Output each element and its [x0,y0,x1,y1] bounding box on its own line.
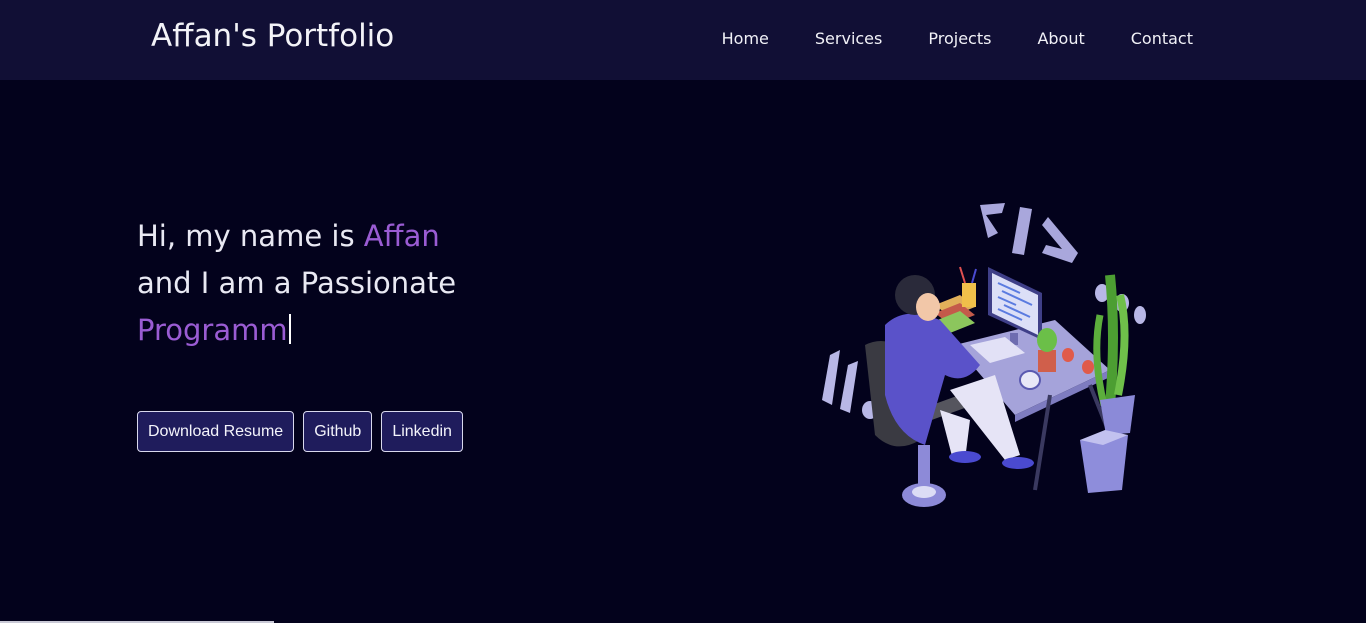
brand-title[interactable]: Affan's Portfolio [151,18,394,54]
typed-role: Programm [137,313,288,347]
hero-line-1: Hi, my name is Affan [137,213,657,260]
github-button[interactable]: Github [303,411,373,452]
nav-link-about[interactable]: About [1037,29,1084,48]
nav-links: Home Services Projects About Contact [722,29,1193,48]
code-bracket-icon [980,203,1078,263]
hero-name: Affan [363,219,440,253]
trash-bin-icon [1080,430,1128,493]
nav-link-projects[interactable]: Projects [928,29,991,48]
developer-illustration [822,203,1146,507]
cactus-icon [1037,328,1057,372]
download-resume-button[interactable]: Download Resume [137,411,295,452]
mug-icon [1019,370,1041,390]
nav-link-home[interactable]: Home [722,29,769,48]
typing-cursor [288,314,291,344]
hero-heading: Hi, my name is Affan and I am a Passiona… [137,213,657,354]
nav-link-services[interactable]: Services [815,29,882,48]
linkedin-button[interactable]: Linkedin [381,411,463,452]
nav-link-contact[interactable]: Contact [1131,29,1193,48]
monitor-icon [988,267,1042,345]
hero-buttons: Download Resume Github Linkedin [137,411,472,452]
navbar: Affan's Portfolio Home Services Projects… [0,0,1366,80]
hero-line-2: and I am a Passionate [137,266,457,300]
hero-greeting: Hi, my name is [137,219,364,253]
hero-line-3: Programm [137,307,657,354]
